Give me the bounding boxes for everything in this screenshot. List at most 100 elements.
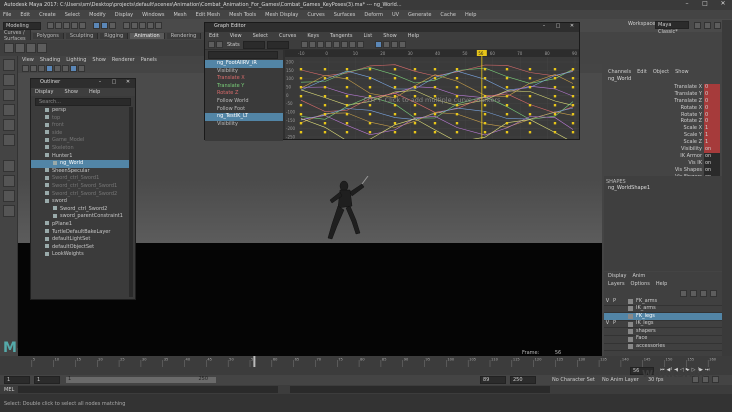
keyframe[interactable] [368, 113, 372, 116]
keyframe[interactable] [368, 131, 372, 134]
keyframe[interactable] [345, 131, 349, 134]
channel-row[interactable]: Scale X1 [604, 125, 722, 133]
maximize-button[interactable]: □ [107, 79, 121, 85]
channel-row[interactable]: Scale Z1 [604, 139, 722, 147]
step-tangent-icon[interactable] [348, 41, 356, 48]
channel-row[interactable]: Rotate X0 [604, 104, 722, 112]
ipr-render-icon[interactable] [155, 22, 162, 29]
side-tabs[interactable] [722, 20, 732, 356]
keyframe[interactable] [483, 131, 487, 134]
lights-icon[interactable] [54, 65, 61, 72]
keyframe[interactable] [528, 104, 532, 107]
keyframe[interactable] [553, 104, 557, 107]
keyframe[interactable] [571, 77, 575, 80]
keyframe[interactable] [483, 104, 487, 107]
viewport-menu-item[interactable]: Show [92, 57, 106, 63]
keyframe[interactable] [345, 113, 349, 116]
outliner-item[interactable]: TurtleDefaultBakeLayer [31, 229, 129, 237]
menu-item[interactable]: Mesh Display [265, 12, 298, 18]
keyframe[interactable] [345, 86, 349, 89]
shelf-tab[interactable]: Sculpting [65, 33, 99, 39]
move-key-icon[interactable] [208, 41, 215, 48]
keyframe[interactable] [413, 77, 417, 80]
scale-tool-icon[interactable] [3, 134, 15, 146]
channel-row[interactable]: Rotate Y0 [604, 111, 722, 119]
layer-visibility-toggle[interactable]: V [604, 320, 611, 328]
channel-value[interactable]: 0 [704, 84, 720, 91]
keyframe[interactable] [571, 104, 575, 107]
keyframe[interactable] [553, 113, 557, 116]
keyframe[interactable] [299, 122, 303, 125]
menu-item[interactable]: Display [115, 12, 133, 18]
outliner-item[interactable]: front [31, 122, 129, 130]
channel-value[interactable]: 0 [704, 118, 720, 126]
camera-icon[interactable] [22, 65, 29, 72]
menu-item[interactable]: Mesh Tools [229, 12, 256, 18]
layer-row[interactable]: IK_arms [604, 305, 722, 314]
keyframe[interactable] [433, 122, 437, 125]
move-layer-up-icon[interactable] [680, 289, 687, 297]
layer-playback-toggle[interactable]: P [611, 320, 618, 328]
minimize-button[interactable]: – [537, 23, 551, 29]
shadows-icon[interactable] [62, 65, 69, 72]
keyframe[interactable] [483, 122, 487, 125]
layer-color-swatch[interactable] [628, 306, 633, 312]
keyframe[interactable] [455, 68, 459, 71]
keyframe[interactable] [433, 86, 437, 89]
move-tool-icon[interactable] [3, 104, 15, 116]
range-end-field[interactable]: 89 [480, 376, 506, 384]
character-model[interactable] [318, 176, 370, 246]
keyframe[interactable] [483, 86, 487, 89]
keyframe[interactable] [553, 122, 557, 125]
menu-item[interactable]: Surfaces [334, 12, 356, 18]
keyframe[interactable] [323, 131, 327, 134]
keyframe[interactable] [553, 77, 557, 80]
graph-menu-item[interactable]: Edit [209, 33, 219, 39]
shelf-tab[interactable]: Polygons [32, 33, 64, 39]
four-view-icon[interactable] [3, 175, 15, 187]
graph-outliner-search[interactable] [208, 51, 278, 59]
keyframe[interactable] [345, 122, 349, 125]
post-infinity-icon[interactable] [398, 41, 406, 48]
menu-item[interactable]: Modify [89, 12, 106, 18]
viewport-menu-item[interactable]: Renderer [112, 57, 135, 63]
smooth-shade-icon[interactable] [38, 65, 45, 72]
maximize-button[interactable]: □ [696, 0, 714, 7]
select-by-hierarchy-icon[interactable] [93, 22, 100, 29]
range-inner-start-field[interactable]: 1 [34, 376, 60, 384]
outliner-item[interactable]: Sword_ctrl_Sword_Sword1 [31, 183, 129, 191]
pre-infinity-icon[interactable] [390, 41, 398, 48]
channel-box-tab[interactable]: Channels [608, 69, 631, 75]
keyframe[interactable] [571, 131, 575, 134]
modeling-toolkit-icon[interactable] [694, 22, 701, 29]
channel-box-tab[interactable]: Object [653, 69, 669, 75]
channel-box-icon[interactable] [714, 22, 721, 29]
channel-row[interactable]: Visibility on [604, 146, 722, 153]
snap-curve-icon[interactable] [131, 22, 138, 29]
keyframe[interactable] [413, 113, 417, 116]
outliner-item[interactable]: top [31, 115, 129, 123]
graph-menu-item[interactable]: Keys [307, 33, 319, 39]
layer-color-swatch[interactable] [628, 344, 633, 350]
redo-icon[interactable] [79, 22, 86, 29]
graph-channel-item[interactable]: Translate X [205, 75, 283, 83]
keyframe[interactable] [483, 113, 487, 116]
save-scene-icon[interactable] [63, 22, 70, 29]
keyframe[interactable] [345, 68, 349, 71]
keyframe[interactable] [455, 122, 459, 125]
shelf-tool-icon[interactable] [26, 43, 36, 53]
keyframe[interactable] [368, 86, 372, 89]
graph-channel-item[interactable]: ng_TestIK_LT [205, 113, 283, 121]
keyframe[interactable] [505, 86, 509, 89]
layer-playback-toggle[interactable]: P [611, 298, 618, 306]
channel-value[interactable]: 0 [704, 111, 720, 119]
channel-row[interactable]: Vis Shapes on [604, 166, 722, 174]
keyframe[interactable] [571, 86, 575, 89]
outliner-menu-item[interactable]: Show [64, 89, 78, 95]
new-layer-selected-icon[interactable] [710, 289, 717, 297]
keyframe[interactable] [368, 68, 372, 71]
keyframe[interactable] [323, 104, 327, 107]
layer-row[interactable]: FK_legs [604, 313, 722, 321]
shelf-tab[interactable]: Rigging [100, 33, 129, 39]
keyframe[interactable] [528, 68, 532, 71]
